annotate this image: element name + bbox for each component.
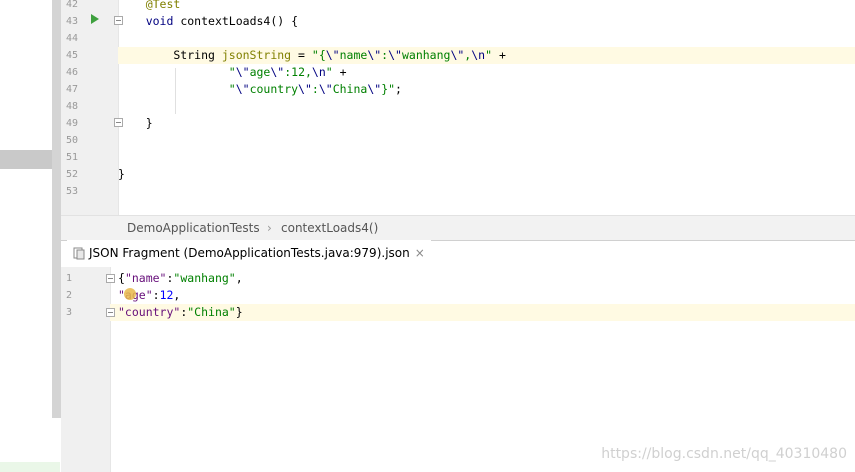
code-token: \" bbox=[235, 65, 250, 79]
code-token: \" bbox=[367, 82, 382, 96]
line-number: 46 bbox=[66, 67, 79, 78]
line-number: 49 bbox=[66, 118, 79, 129]
line-number: 47 bbox=[66, 84, 79, 95]
code-line[interactable]: void contextLoads4() { bbox=[118, 13, 855, 30]
code-token: "country" bbox=[118, 305, 181, 319]
breadcrumb-separator: › bbox=[267, 221, 272, 235]
breadcrumb: DemoApplicationTests › contextLoads4() bbox=[61, 215, 855, 241]
code-line[interactable] bbox=[118, 149, 855, 166]
run-test-icon[interactable] bbox=[91, 14, 99, 24]
code-token: "name" bbox=[124, 271, 167, 285]
left-panel-status bbox=[0, 462, 60, 472]
tab-label: JSON Fragment (DemoApplicationTests.java… bbox=[89, 246, 410, 260]
code-line[interactable]: {"name":"wanhang", bbox=[118, 270, 855, 287]
line-number: 2 bbox=[66, 290, 73, 301]
watermark: https://blog.csdn.net/qq_40310480 bbox=[601, 446, 847, 462]
line-number: 1 bbox=[66, 273, 73, 284]
code-token: \" bbox=[298, 82, 312, 96]
code-line[interactable]: String jsonString = "{\"name\":\"wanhang… bbox=[118, 47, 855, 64]
breadcrumb-class[interactable]: DemoApplicationTests bbox=[127, 221, 260, 235]
code-token: , bbox=[173, 288, 181, 302]
code-token: \" bbox=[325, 48, 340, 62]
code-token: :12, bbox=[284, 65, 312, 79]
code-token: \" bbox=[367, 48, 382, 62]
code-token: \" bbox=[235, 82, 250, 96]
close-icon[interactable]: × bbox=[415, 246, 425, 260]
line-number: 50 bbox=[66, 135, 79, 146]
left-scrollbar[interactable] bbox=[52, 0, 61, 418]
code-token: "China" bbox=[187, 305, 236, 319]
code-line[interactable]: "age":12, bbox=[118, 287, 855, 304]
code-token: } bbox=[118, 167, 125, 181]
code-token: contextLoads4() { bbox=[173, 14, 299, 28]
code-token: \" bbox=[270, 65, 285, 79]
line-number: 52 bbox=[66, 169, 79, 180]
code-token: ; bbox=[395, 82, 402, 96]
code-token: 12 bbox=[159, 288, 174, 302]
code-token: } bbox=[235, 305, 243, 319]
code-token: + bbox=[332, 65, 347, 79]
indent-guide bbox=[175, 68, 176, 114]
code-line[interactable]: } bbox=[118, 166, 855, 183]
line-number: 45 bbox=[66, 50, 79, 61]
fold-marker-icon[interactable] bbox=[106, 308, 115, 317]
code-token: " bbox=[228, 65, 236, 79]
line-number: 43 bbox=[66, 16, 79, 27]
code-token: name bbox=[339, 48, 368, 62]
line-number: 51 bbox=[66, 152, 79, 163]
code-line[interactable]: "country":"China"} bbox=[118, 304, 855, 321]
code-token: { bbox=[118, 271, 125, 285]
code-token: " bbox=[228, 82, 236, 96]
code-token: \" bbox=[450, 48, 465, 62]
fold-marker-icon[interactable] bbox=[114, 118, 123, 127]
code-token: country bbox=[249, 82, 299, 96]
line-number: 42 bbox=[66, 0, 79, 10]
code-token: \" bbox=[318, 82, 333, 96]
line-number: 44 bbox=[66, 33, 79, 44]
code-line[interactable] bbox=[118, 30, 855, 47]
code-token: void bbox=[145, 14, 174, 28]
code-line[interactable] bbox=[118, 98, 855, 115]
left-panel-highlight bbox=[0, 150, 60, 169]
code-token: : bbox=[152, 288, 160, 302]
fold-marker-icon[interactable] bbox=[114, 16, 123, 25]
code-token: "wanhang" bbox=[173, 271, 236, 285]
code-token: String bbox=[118, 48, 222, 62]
code-token: }" bbox=[381, 82, 396, 96]
code-token: : bbox=[311, 82, 319, 96]
breadcrumb-method[interactable]: contextLoads4() bbox=[281, 221, 378, 235]
code-token: " bbox=[485, 48, 493, 62]
code-token: jsonString bbox=[221, 48, 292, 62]
code-token: "{ bbox=[311, 48, 326, 62]
code-token: @Test bbox=[145, 0, 181, 11]
code-token: " bbox=[325, 65, 333, 79]
code-line[interactable]: "\"age\":12,\n" + bbox=[118, 64, 855, 81]
code-line[interactable]: @Test bbox=[118, 0, 855, 13]
code-token: China bbox=[332, 82, 368, 96]
code-line[interactable]: } bbox=[118, 115, 855, 132]
tab-json-fragment[interactable]: JSON Fragment (DemoApplicationTests.java… bbox=[67, 240, 431, 266]
code-line[interactable] bbox=[118, 183, 855, 200]
code-token: + bbox=[492, 48, 506, 62]
left-panel bbox=[0, 0, 52, 472]
code-token: \" bbox=[388, 48, 402, 62]
fold-marker-icon[interactable] bbox=[106, 274, 115, 283]
line-number: 48 bbox=[66, 101, 79, 112]
code-line[interactable] bbox=[118, 132, 855, 149]
code-line[interactable]: "\"country\":\"China\"}"; bbox=[118, 81, 855, 98]
line-number: 3 bbox=[66, 307, 73, 318]
code-token: = bbox=[291, 48, 312, 62]
code-token: } bbox=[118, 116, 153, 130]
line-number: 53 bbox=[66, 186, 79, 197]
code-token: wanhang bbox=[401, 48, 451, 62]
code-token: , bbox=[235, 271, 243, 285]
code-token: \n bbox=[311, 65, 326, 79]
intention-bulb-icon[interactable] bbox=[124, 288, 136, 300]
json-file-icon bbox=[73, 247, 85, 260]
code-token: age bbox=[249, 65, 271, 79]
code-token: \n bbox=[471, 48, 486, 62]
